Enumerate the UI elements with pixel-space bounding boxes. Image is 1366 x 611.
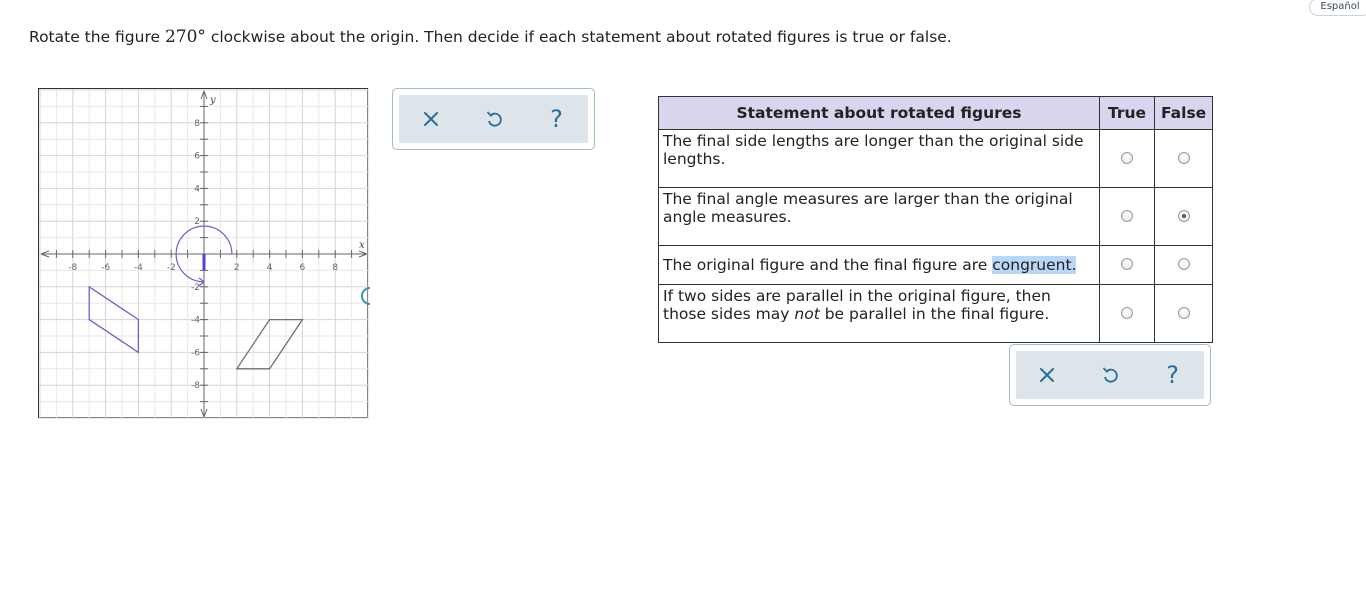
graph-canvas[interactable]: -8 -6 -4 -2 2 4 6 8 8 6 4 2 -2 -4 -6 -8 x y [39, 89, 369, 419]
y-tick-label: 4 [194, 184, 200, 194]
true-option-cell [1099, 245, 1155, 285]
header-statement: Statement about rotated figures [658, 96, 1100, 130]
y-tick-label: 2 [194, 217, 200, 227]
x-axis-label: x [359, 240, 365, 251]
y-tick-label: -2 [191, 283, 200, 293]
y-tick-label: -4 [191, 316, 200, 326]
table-tool-bar: ? [1016, 351, 1204, 399]
true-option-cell [1099, 129, 1155, 188]
x-tick-label: 2 [234, 263, 240, 273]
y-tick-label: -6 [191, 348, 200, 358]
true-radio[interactable] [1121, 306, 1133, 319]
table-header-row: Statement about rotated figures True Fal… [658, 96, 1214, 130]
statement-table: Statement about rotated figures True Fal… [658, 96, 1214, 343]
true-radio[interactable] [1121, 151, 1133, 164]
statement-text-end: be parallel in the final figure. [819, 305, 1050, 323]
coordinate-graph[interactable]: -8 -6 -4 -2 2 4 6 8 8 6 4 2 -2 -4 -6 -8 x y [38, 88, 369, 419]
false-radio[interactable] [1177, 306, 1190, 319]
statement-text: If two sides are parallel in the origina… [658, 284, 1100, 343]
x-tick-label: -6 [101, 263, 110, 273]
statement-emphasis: not [794, 305, 820, 323]
undo-icon[interactable] [1090, 355, 1130, 395]
x-tick-label: -8 [68, 263, 77, 273]
true-option-cell [1099, 284, 1155, 343]
statement-text: The original figure and the final figure… [658, 245, 1100, 285]
x-tick-label: 8 [332, 263, 338, 273]
y-tick-label: 6 [194, 152, 200, 162]
table-row: The final angle measures are larger than… [658, 187, 1214, 246]
statement-text-start: The original figure and the final figure… [663, 256, 993, 274]
header-false: False [1153, 96, 1214, 130]
table-row: If two sides are parallel in the origina… [658, 284, 1214, 343]
x-tick-label: -2 [167, 263, 176, 273]
question-text-end: clockwise about the origin. Then decide … [205, 28, 952, 46]
question-prompt: Rotate the figure 270° clockwise about t… [29, 27, 952, 47]
table-row: The final side lengths are longer than t… [658, 129, 1214, 188]
x-tick-label: 4 [267, 263, 273, 273]
false-radio[interactable] [1177, 258, 1190, 270]
statement-text: The final angle measures are larger than… [658, 187, 1100, 246]
true-radio[interactable] [1121, 258, 1133, 270]
close-icon[interactable] [411, 99, 451, 139]
graph-tool-panel: ? [392, 88, 595, 150]
highlighted-word: congruent. [992, 256, 1077, 274]
y-tick-label: -8 [191, 381, 200, 391]
close-icon[interactable] [1027, 355, 1067, 395]
true-radio[interactable] [1121, 209, 1133, 222]
table-tool-panel: ? [1009, 344, 1211, 406]
false-radio[interactable] [1177, 151, 1190, 164]
language-toggle-button[interactable]: Español [1309, 0, 1366, 16]
false-option-cell [1153, 129, 1214, 188]
false-radio-selected[interactable] [1177, 209, 1190, 222]
question-text-start: Rotate the figure [29, 28, 165, 46]
help-icon[interactable]: ? [537, 99, 577, 139]
undo-icon[interactable] [474, 99, 514, 139]
rotation-tool-handle[interactable] [358, 286, 372, 306]
true-option-cell [1099, 187, 1155, 246]
rotation-angle: 270° [164, 27, 206, 47]
help-icon[interactable]: ? [1153, 355, 1193, 395]
table-row: The original figure and the final figure… [658, 245, 1214, 285]
x-tick-label: -4 [134, 263, 143, 273]
statement-text: The final side lengths are longer than t… [658, 129, 1100, 188]
false-option-cell [1153, 245, 1214, 285]
false-option-cell [1153, 187, 1214, 246]
false-option-cell [1153, 284, 1214, 343]
y-axis-label: y [209, 95, 216, 106]
header-true: True [1099, 96, 1155, 130]
graph-tool-bar: ? [399, 95, 588, 143]
x-tick-label: 6 [300, 263, 306, 273]
y-tick-label: 8 [194, 119, 200, 129]
